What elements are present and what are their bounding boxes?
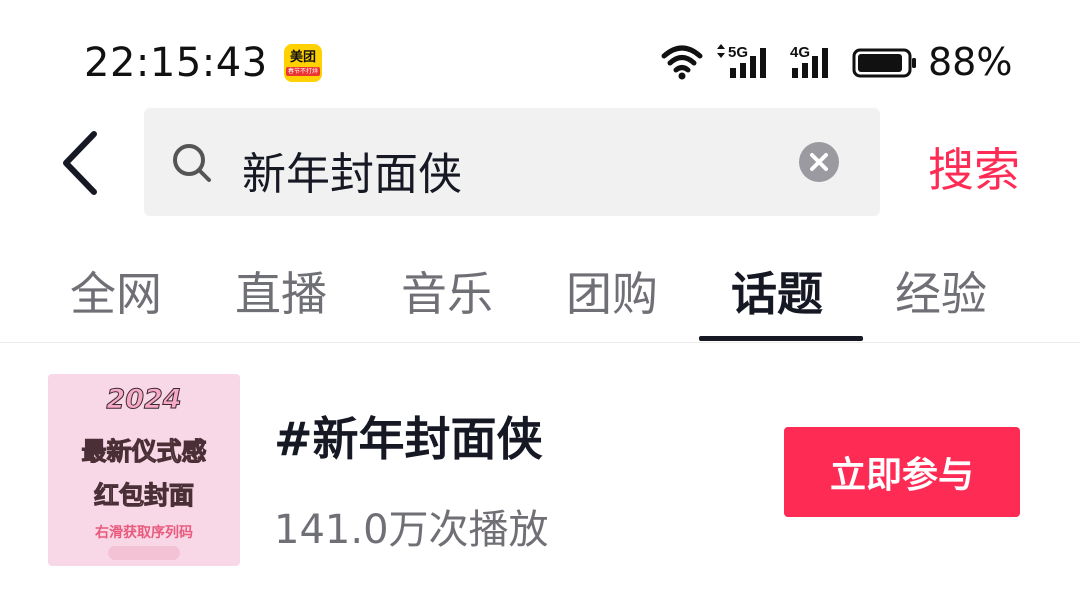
cover-decoration: [108, 546, 180, 560]
search-results-page: 22:15:43 美团 春节不打烊 5G 4G 88% 新年封面侠 搜索 全网 …: [0, 0, 1080, 599]
status-bar: 22:15:43 美团 春节不打烊 5G 4G 88%: [0, 0, 1080, 100]
search-button[interactable]: 搜索: [928, 134, 1020, 200]
topic-cover-image[interactable]: 2024 最新仪式感 红包封面 右滑获取序列码: [48, 374, 240, 566]
cover-year-text: 2024: [106, 384, 182, 416]
tab-live[interactable]: 直播: [235, 258, 327, 324]
topic-view-count: 141.0万次播放: [274, 507, 549, 553]
search-input[interactable]: 新年封面侠: [144, 108, 880, 216]
network-1-label: 5G: [728, 44, 748, 61]
topic-title[interactable]: #新年封面侠: [274, 403, 543, 469]
cover-line-3: 右滑获取序列码: [95, 525, 193, 541]
search-query-text[interactable]: 新年封面侠: [242, 138, 462, 202]
cover-line-2: 红包封面: [93, 481, 194, 511]
tab-group-buy[interactable]: 团购: [566, 258, 658, 324]
search-icon: [173, 144, 211, 182]
tabs-divider: [0, 342, 1080, 343]
join-topic-button[interactable]: 立即参与: [784, 427, 1020, 517]
back-arrow-icon[interactable]: [56, 128, 106, 198]
tab-topics[interactable]: 话题: [731, 258, 823, 324]
app-badge-sub-text: 春节不打烊: [285, 67, 320, 76]
clear-icon[interactable]: [798, 141, 840, 183]
battery-percentage: 88%: [928, 40, 1013, 84]
search-category-tabs: 全网 直播 音乐 团购 话题 经验: [0, 248, 1080, 342]
meituan-app-icon: 美团 春节不打烊: [284, 44, 322, 82]
network-2-label: 4G: [790, 44, 810, 61]
tab-music[interactable]: 音乐: [401, 258, 493, 324]
signal-5g-icon: 5G: [717, 44, 766, 78]
active-tab-indicator: [699, 336, 863, 341]
tab-experience[interactable]: 经验: [895, 258, 987, 324]
cover-line-1: 最新仪式感: [81, 437, 207, 467]
wifi-icon: [661, 45, 703, 80]
tab-all-web[interactable]: 全网: [70, 258, 162, 324]
app-badge-main-text: 美团: [289, 50, 316, 65]
battery-icon: [852, 48, 916, 78]
signal-4g-icon: 4G: [790, 44, 828, 78]
status-time: 22:15:43: [84, 40, 268, 86]
